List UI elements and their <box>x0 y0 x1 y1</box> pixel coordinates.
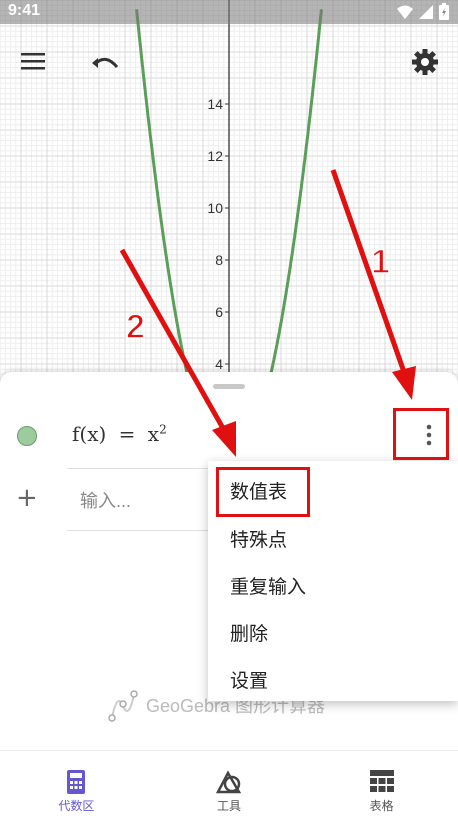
menu-item-label: 重复输入 <box>230 576 307 598</box>
drag-handle[interactable] <box>213 384 245 389</box>
menu-button[interactable] <box>20 50 46 76</box>
y-tick-label: 4 <box>215 356 223 372</box>
graphics-view[interactable]: 1412108642 <box>0 0 458 400</box>
nav-label: 表格 <box>369 799 394 813</box>
expression-base: x <box>147 422 160 446</box>
geogebra-logo-icon <box>108 690 138 722</box>
coordinate-grid: 1412108642 <box>0 0 458 400</box>
menu-item-label: 删除 <box>230 623 269 645</box>
gear-icon <box>412 49 438 75</box>
menu-item-special-points[interactable]: 特殊点 <box>208 513 458 559</box>
function-name: f(x) <box>72 422 107 446</box>
settings-button[interactable] <box>411 48 439 80</box>
menu-item-label: 特殊点 <box>230 529 288 551</box>
status-time: 9:41 <box>8 2 41 19</box>
annotation-box-more-options <box>393 408 449 460</box>
bottom-navigation: 代数区 工具 表格 <box>0 750 458 821</box>
nav-tab-table[interactable]: 表格 <box>305 751 458 821</box>
battery-icon <box>439 3 449 20</box>
nav-label: 代数区 <box>58 799 95 813</box>
annotation-box-table-of-values <box>216 467 310 517</box>
plus-icon[interactable]: + <box>16 483 38 513</box>
y-tick-label: 14 <box>207 96 223 112</box>
expression-exponent: 2 <box>159 422 167 437</box>
function-expression[interactable]: f(x) = x2 <box>72 422 167 446</box>
undo-icon <box>92 57 119 69</box>
nav-label: 工具 <box>217 799 242 813</box>
cellular-icon <box>419 5 433 19</box>
input-field[interactable]: 输入... <box>80 487 131 513</box>
table-icon <box>369 770 394 792</box>
nav-tab-algebra[interactable]: 代数区 <box>0 751 153 821</box>
menu-item-settings[interactable]: 设置 <box>208 654 458 700</box>
algebra-row-function[interactable]: f(x) = x2 <box>0 402 458 468</box>
menu-item-duplicate-input[interactable]: 重复输入 <box>208 560 458 606</box>
nav-tab-tools[interactable]: 工具 <box>153 751 306 821</box>
status-bar: 9:41 <box>0 0 458 24</box>
calculator-icon <box>67 770 86 794</box>
y-tick-label: 8 <box>215 252 223 268</box>
tools-icon <box>215 770 242 794</box>
wifi-icon <box>397 5 413 19</box>
visibility-toggle[interactable] <box>17 426 37 446</box>
menu-item-delete[interactable]: 删除 <box>208 607 458 653</box>
hamburger-icon <box>21 53 45 70</box>
y-tick-label: 12 <box>207 148 223 164</box>
y-tick-label: 6 <box>215 304 223 320</box>
equals-sign: = <box>118 422 136 446</box>
y-tick-label: 10 <box>207 200 223 216</box>
undo-button[interactable] <box>90 50 120 78</box>
menu-item-label: 设置 <box>230 670 269 692</box>
